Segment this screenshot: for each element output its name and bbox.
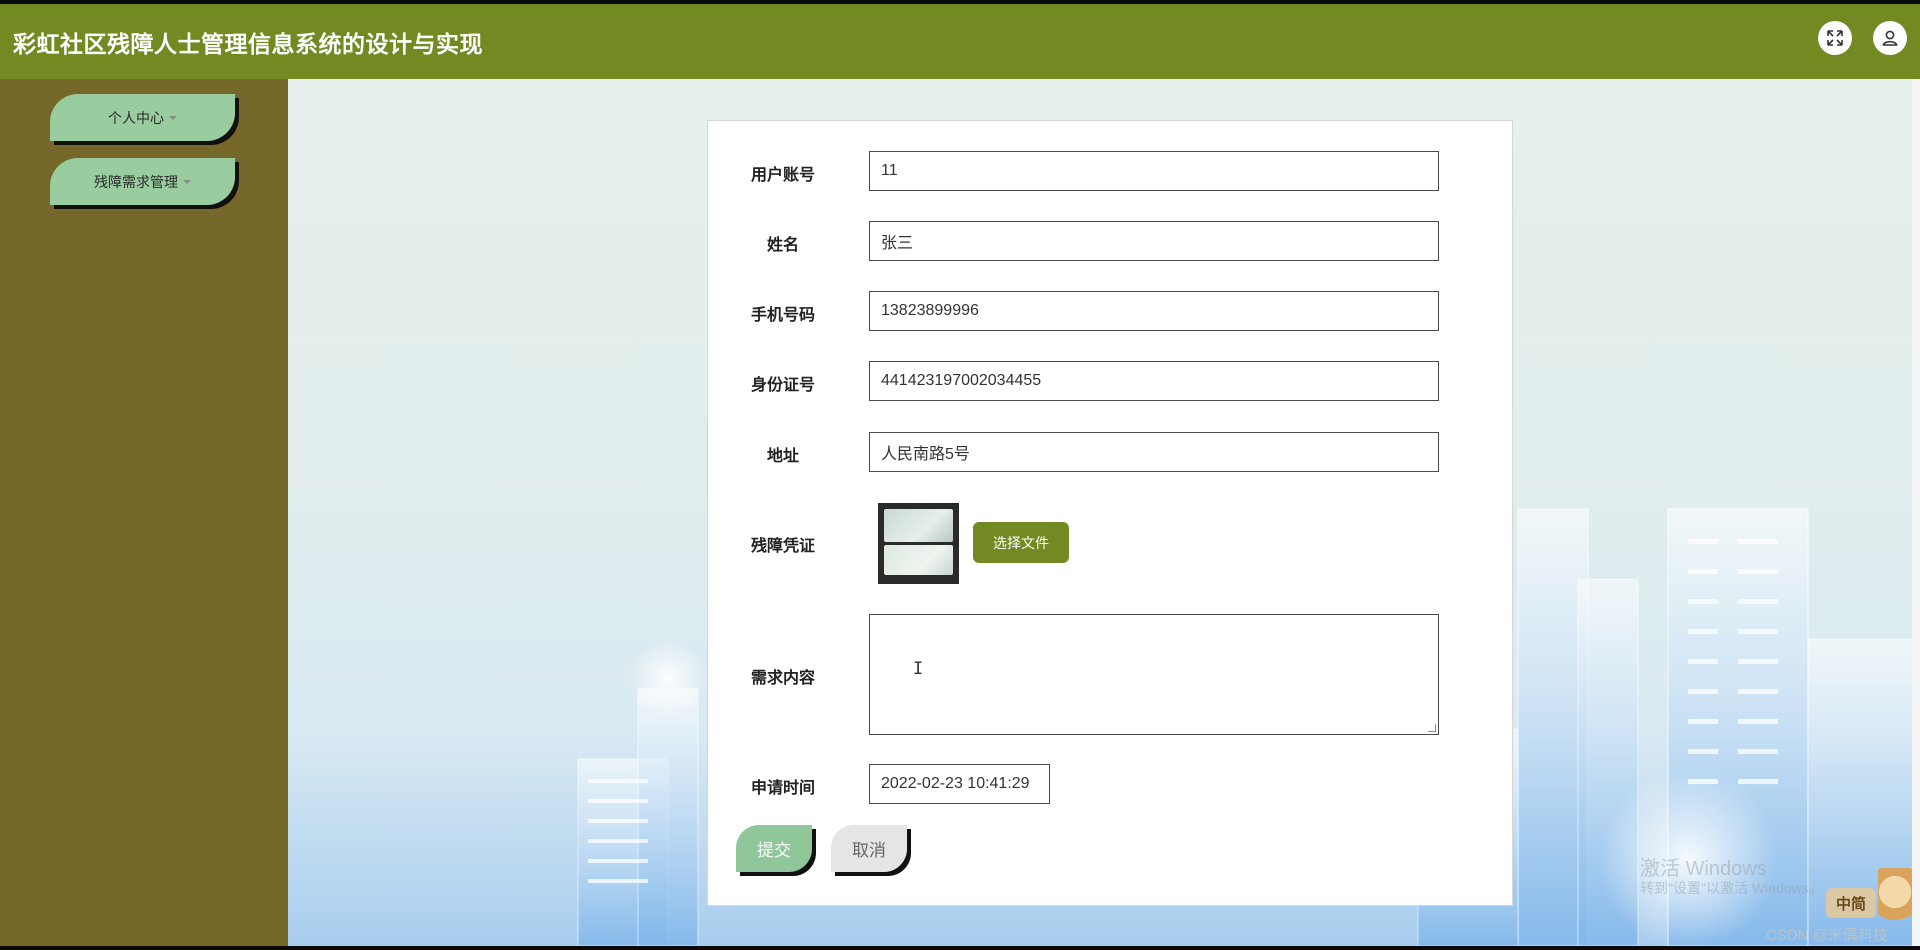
field-label-account: 用户账号 [750,165,815,184]
user-menu-button[interactable] [1873,21,1907,55]
app-title: 彩虹社区残障人士管理信息系统的设计与实现 [13,32,483,58]
resize-handle-icon[interactable] [1428,724,1436,732]
cancel-button[interactable]: 取消 [831,825,907,872]
proof-image-thumbnail[interactable] [878,503,959,584]
id-card-back-image [884,544,953,576]
field-label-demand: 需求内容 [750,668,815,687]
dog-mascot-image [1878,868,1912,928]
app-header: 彩虹社区残障人士管理信息系统的设计与实现 [0,4,1920,79]
id-card-front-image [884,509,953,543]
fullscreen-button[interactable] [1818,21,1852,55]
field-label-id-number: 身份证号 [750,375,815,394]
caret-down-icon [183,179,191,184]
account-input[interactable]: 11 [869,151,1439,191]
submit-button[interactable]: 提交 [736,825,812,872]
choose-file-button[interactable]: 选择文件 [973,522,1069,563]
user-icon [1882,30,1898,46]
sidebar-item-personal-center[interactable]: 个人中心 [50,94,235,141]
text-cursor-icon: I [913,659,924,679]
windows-activation-title: 激活 Windows [1640,858,1767,880]
watermark-badge: 中简 [1826,888,1876,918]
field-label-address: 地址 [766,446,799,465]
sidebar-item-label: 个人中心 [108,110,164,127]
field-label-apply-time: 申请时间 [750,778,815,797]
field-label-phone: 手机号码 [750,305,815,324]
page-scrollbar[interactable] [1912,79,1920,946]
sidebar-item-label: 残障需求管理 [94,174,178,191]
field-label-name: 姓名 [766,235,799,254]
windows-activation-hint: 转到"设置"以激活 Windows。 [1640,880,1823,896]
name-input[interactable]: 张三 [869,221,1439,261]
sidebar-item-demand-management[interactable]: 残障需求管理 [50,158,235,205]
apply-time-input[interactable]: 2022-02-23 10:41:29 [869,764,1050,804]
sidebar: 个人中心 残障需求管理 [0,79,288,946]
field-label-proof: 残障凭证 [750,536,815,555]
address-input[interactable]: 人民南路5号 [869,432,1439,472]
caret-down-icon [169,115,177,120]
fullscreen-icon [1827,30,1843,46]
window-bottom-edge [0,946,1920,950]
csdn-credit: CSDN @米偶科技 [1766,927,1888,944]
id-number-input[interactable]: 441423197002034455 [869,361,1439,401]
phone-input[interactable]: 13823899996 [869,291,1439,331]
demand-form: 用户账号 11 姓名 张三 手机号码 13823899996 身份证号 4414… [707,120,1513,906]
demand-textarea[interactable]: I [869,614,1439,735]
